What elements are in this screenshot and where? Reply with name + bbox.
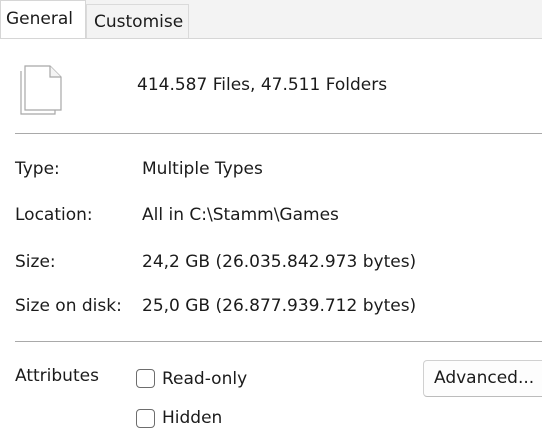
- tab-customise[interactable]: Customise: [86, 4, 189, 38]
- properties-dialog: General Customise 414.587 Files, 47.511 …: [0, 0, 542, 433]
- advanced-button[interactable]: Advanced...: [423, 360, 542, 397]
- type-value: Multiple Types: [142, 159, 263, 179]
- size-on-disk-value: 25,0 GB (26.877.939.712 bytes): [142, 296, 417, 316]
- location-label: Location:: [15, 205, 93, 225]
- hidden-checkbox[interactable]: [136, 409, 155, 428]
- attributes-label: Attributes: [15, 366, 99, 386]
- hidden-label[interactable]: Hidden: [162, 408, 222, 428]
- read-only-checkbox[interactable]: [136, 369, 155, 388]
- selection-summary: 414.587 Files, 47.511 Folders: [137, 75, 388, 95]
- file-stack-icon: [20, 65, 62, 115]
- size-label: Size:: [15, 252, 56, 272]
- size-on-disk-label: Size on disk:: [15, 296, 122, 316]
- type-label: Type:: [15, 159, 60, 179]
- tab-general[interactable]: General: [0, 0, 86, 39]
- read-only-label[interactable]: Read-only: [162, 369, 247, 389]
- general-panel: 414.587 Files, 47.511 Folders Type: Mult…: [0, 38, 542, 433]
- divider: [15, 341, 542, 342]
- tab-bar: General Customise: [0, 0, 542, 39]
- location-value: All in C:\Stamm\Games: [142, 205, 339, 225]
- divider: [15, 133, 542, 134]
- size-value: 24,2 GB (26.035.842.973 bytes): [142, 252, 417, 272]
